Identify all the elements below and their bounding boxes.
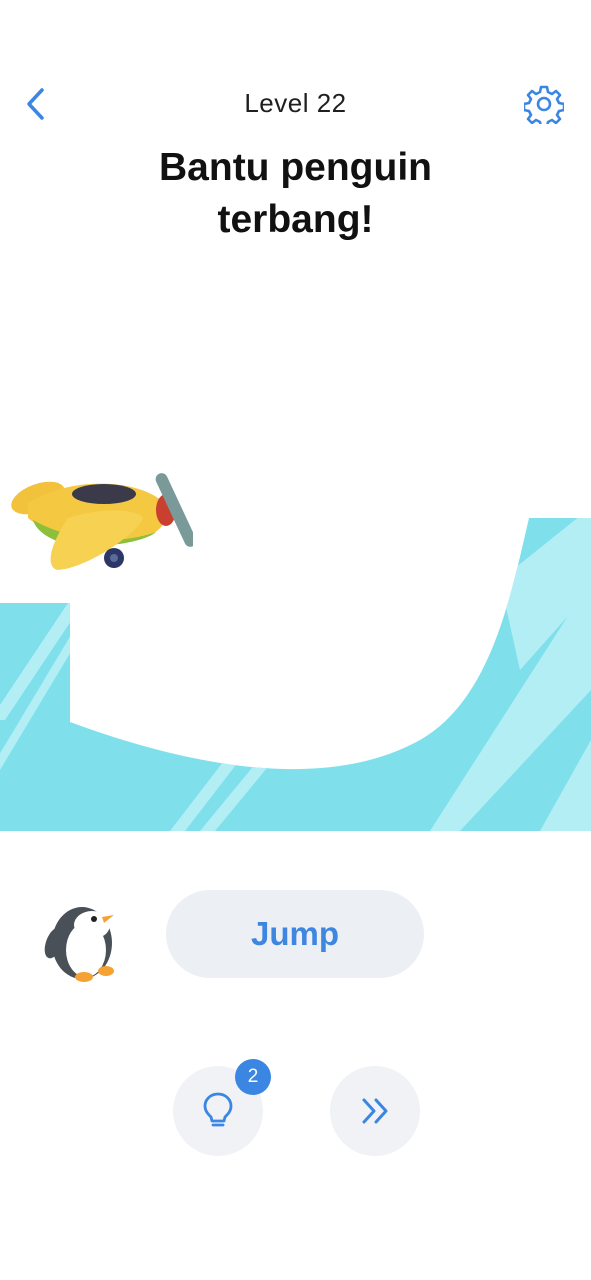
- lightbulb-icon: [203, 1092, 233, 1127]
- penguin-sprite[interactable]: [42, 895, 126, 985]
- level-title: Level 22: [244, 88, 347, 118]
- settings-button[interactable]: [520, 80, 568, 128]
- instruction-text: Bantu penguin terbang!: [60, 142, 531, 246]
- jump-button[interactable]: Jump: [166, 890, 424, 978]
- double-chevron-right-icon: [362, 1098, 388, 1124]
- top-bar: Level 22: [0, 0, 591, 140]
- gear-icon: [524, 85, 564, 124]
- airplane-sprite[interactable]: [8, 458, 193, 583]
- instruction-line-2: terbang!: [217, 198, 374, 241]
- penguin-foot-left: [75, 972, 93, 982]
- hint-count-badge: 2: [235, 1059, 271, 1095]
- airplane-cockpit: [72, 484, 136, 504]
- skip-button[interactable]: [330, 1066, 420, 1156]
- penguin-eye: [91, 916, 97, 922]
- instruction-line-1: Bantu penguin: [159, 146, 432, 189]
- penguin-foot-right: [98, 966, 114, 976]
